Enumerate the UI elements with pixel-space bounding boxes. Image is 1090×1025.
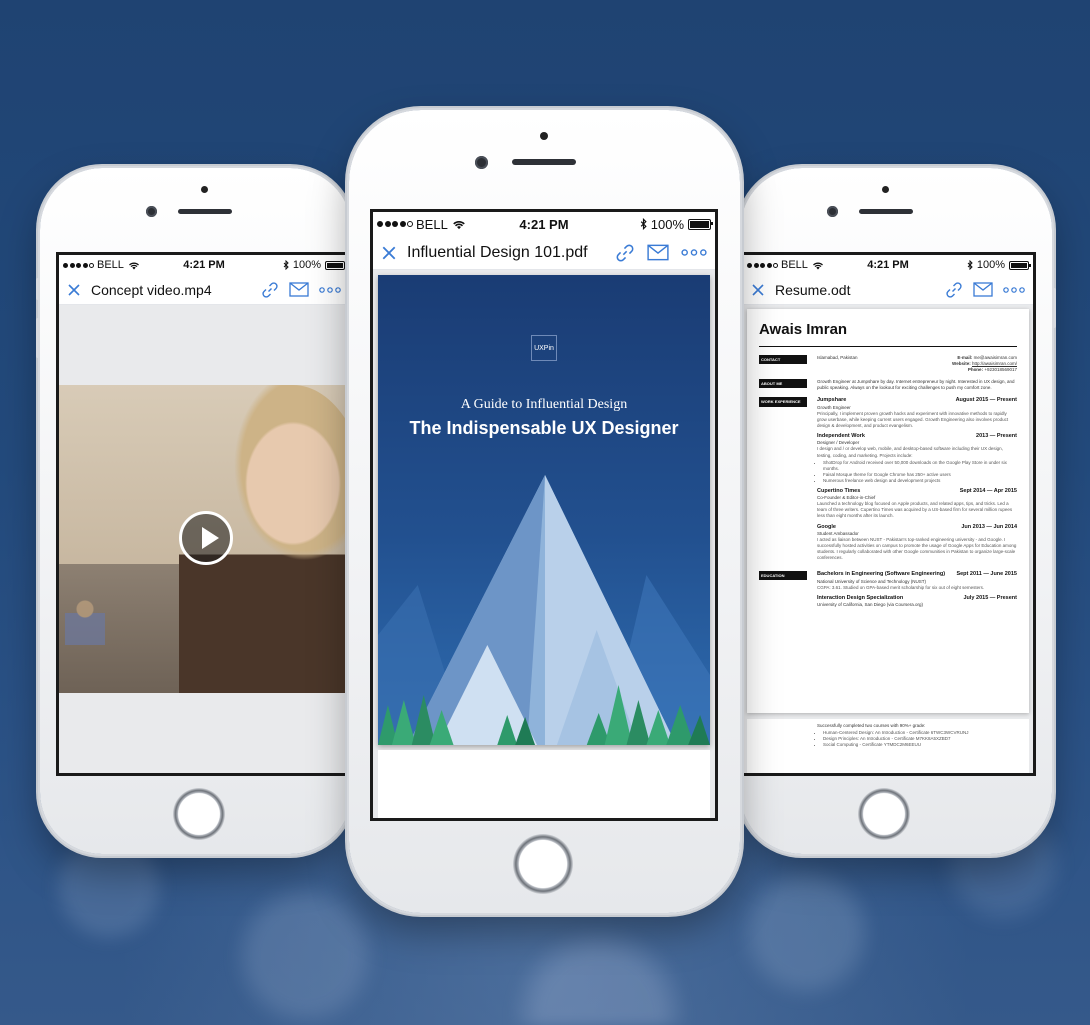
section-tag: WORK EXPERIENCE <box>759 397 807 407</box>
pdf-title: The Indispensable UX Designer <box>409 418 679 438</box>
battery-percent: 100% <box>292 259 321 271</box>
home-button[interactable] <box>513 834 573 894</box>
education-section: EDUCATION Bachelors in Engineering (Soft… <box>759 571 1017 612</box>
carrier-label: BELL <box>97 259 124 271</box>
battery-icon <box>1009 260 1031 270</box>
website-link[interactable]: http://awaisimran.com/ <box>972 361 1017 366</box>
pdf-subtitle: A Guide to Influential Design <box>460 397 628 412</box>
uxpin-logo: UXPin <box>531 335 557 361</box>
carrier-label: BELL <box>416 216 448 232</box>
mail-icon[interactable] <box>647 244 669 261</box>
nav-bar: Concept video.mp4 <box>59 275 349 305</box>
resume-name: Awais Imran <box>759 321 848 338</box>
wifi-icon <box>812 262 823 269</box>
carrier-label: BELL <box>781 259 808 271</box>
file-title: Concept video.mp4 <box>91 281 212 298</box>
signal-icon <box>377 221 413 227</box>
earpiece-speaker <box>859 209 913 214</box>
clock: 4:21 PM <box>867 259 909 271</box>
more-icon[interactable] <box>681 249 707 256</box>
earpiece-speaker <box>178 209 232 214</box>
resume-page: Awais Imran CONTACT Islamabad, Pakistan … <box>747 309 1029 713</box>
video-player[interactable] <box>59 305 349 773</box>
pdf-cover-page: UXPin A Guide to Influential Design The … <box>378 275 710 745</box>
home-button[interactable] <box>173 788 225 840</box>
mail-icon[interactable] <box>289 282 309 297</box>
file-title: Resume.odt <box>775 281 851 298</box>
left-phone: BELL 4:21 PM 100% Concept video.mp4 <box>36 168 352 854</box>
bluetooth-icon <box>640 218 647 230</box>
work-entry: Independent Work 2013 — Present Designer … <box>817 433 1017 484</box>
pdf-screen: BELL 4:21 PM 100% Influential Design 101… <box>370 209 718 821</box>
work-entry: Google Jun 2013 — Jun 2014 Student Ambass… <box>817 523 1017 561</box>
battery-percent: 100% <box>976 259 1005 271</box>
work-entry: Jumpshare August 2015 — Present Growth En… <box>817 397 1017 428</box>
earpiece-speaker <box>512 159 576 165</box>
sensor-dot <box>201 186 208 193</box>
more-icon[interactable] <box>319 286 341 293</box>
pdf-page-2 <box>378 750 710 818</box>
signal-icon <box>63 262 94 268</box>
video-thumbnail <box>59 385 349 693</box>
education-entry: Bachelors in Engineering (Software Engin… <box>817 571 1017 590</box>
home-button[interactable] <box>858 788 910 840</box>
section-tag: ABOUT ME <box>759 379 807 389</box>
email[interactable]: me@awaisimran.com <box>974 355 1017 360</box>
contact-section: CONTACT Islamabad, Pakistan E-mail: me@a… <box>759 355 1017 373</box>
battery-icon <box>688 218 713 230</box>
sensor-dot <box>882 186 889 193</box>
work-section: WORK EXPERIENCE Jumpshare August 2015 — P… <box>759 397 1017 565</box>
link-icon[interactable] <box>945 281 963 299</box>
resume-page-2: Successfully completed two courses with … <box>747 719 1029 773</box>
right-phone: BELL 4:21 PM 100% Resume.odt Awais Imran… <box>740 168 1056 854</box>
file-title: Influential Design 101.pdf <box>407 243 588 261</box>
resume-screen: BELL 4:21 PM 100% Resume.odt Awais Imran… <box>740 252 1036 776</box>
battery-icon <box>325 260 347 270</box>
more-icon[interactable] <box>1003 286 1025 293</box>
clock: 4:21 PM <box>519 216 569 232</box>
phone: +923018569017 <box>984 367 1017 373</box>
close-icon[interactable] <box>67 283 81 297</box>
work-entry: Cupertino Times Sept 2014 — Apr 2015 Co-F… <box>817 487 1017 519</box>
mountain-illustration <box>378 475 710 745</box>
wifi-icon <box>128 262 139 269</box>
education-entry: Interaction Design Specialization July 20… <box>817 594 1017 608</box>
about-text: Growth Engineer at Jumpshare by day. Int… <box>817 379 1015 391</box>
section-tag: EDUCATION <box>759 571 807 581</box>
document-viewer[interactable]: UXPin A Guide to Influential Design The … <box>373 270 715 818</box>
clock: 4:21 PM <box>183 259 225 271</box>
nav-bar: Resume.odt <box>743 275 1033 305</box>
front-camera <box>475 156 488 169</box>
battery-percent: 100% <box>650 216 684 232</box>
center-phone: BELL 4:21 PM 100% Influential Design 101… <box>349 110 740 913</box>
bluetooth-icon <box>967 260 973 270</box>
bluetooth-icon <box>283 260 289 270</box>
wifi-icon <box>453 220 465 229</box>
status-bar: BELL 4:21 PM 100% <box>59 255 349 275</box>
close-icon[interactable] <box>381 245 397 261</box>
signal-icon <box>747 262 778 268</box>
link-icon[interactable] <box>615 243 635 263</box>
location: Islamabad, Pakistan <box>817 355 858 360</box>
document-viewer[interactable]: Awais Imran CONTACT Islamabad, Pakistan … <box>743 305 1033 773</box>
about-section: ABOUT ME Growth Engineer at Jumpshare by… <box>759 379 1017 391</box>
status-bar: BELL 4:21 PM 100% <box>743 255 1033 275</box>
front-camera <box>827 206 838 217</box>
mail-icon[interactable] <box>973 282 993 297</box>
play-icon[interactable] <box>179 511 233 565</box>
link-icon[interactable] <box>261 281 279 299</box>
sensor-dot <box>540 132 548 140</box>
close-icon[interactable] <box>751 283 765 297</box>
status-bar: BELL 4:21 PM 100% <box>373 212 715 236</box>
nav-bar: Influential Design 101.pdf <box>373 236 715 270</box>
front-camera <box>146 206 157 217</box>
section-tag: CONTACT <box>759 355 807 365</box>
video-screen: BELL 4:21 PM 100% Concept video.mp4 <box>56 252 352 776</box>
